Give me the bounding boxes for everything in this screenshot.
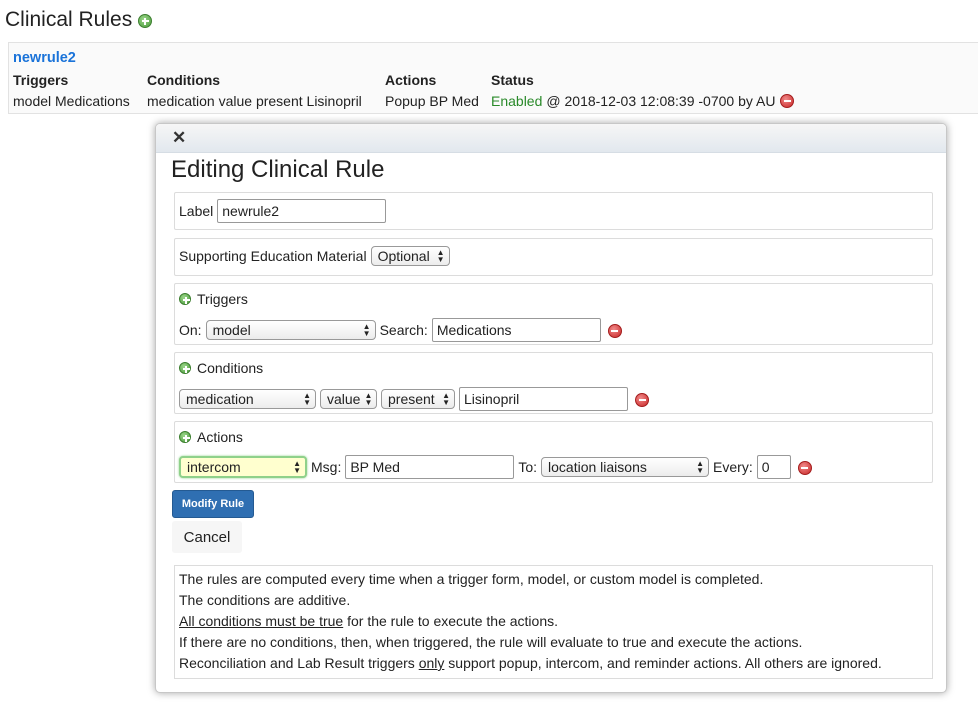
summary-triggers: model Medications <box>13 93 130 109</box>
education-select[interactable]: Optional ▲ ▼ <box>370 246 450 266</box>
help-line-5-underlined: only <box>418 655 445 671</box>
help-line-5-post: support popup, intercom, and reminder ac… <box>444 655 882 671</box>
help-line-4: If there are no conditions, then, when t… <box>179 634 803 650</box>
condition-value-input[interactable] <box>459 387 628 411</box>
add-rule-icon[interactable] <box>138 14 153 28</box>
education-caption: Supporting Education Material <box>179 248 367 264</box>
education-select-value: Optional <box>377 248 430 264</box>
select-arrows-icon: ▲ ▼ <box>442 391 450 407</box>
action-every-input[interactable] <box>756 455 791 479</box>
label-input[interactable] <box>217 199 387 223</box>
help-line-2: The conditions are additive. <box>179 592 351 608</box>
header-actions: Actions <box>385 72 437 88</box>
condition-field-select[interactable]: medication ▲ ▼ <box>179 389 316 409</box>
triggers-heading: Triggers <box>197 291 248 307</box>
trigger-on-caption: On: <box>179 322 202 338</box>
action-to-select[interactable]: location liaisons ▲ ▼ <box>541 457 710 477</box>
help-line-5: Reconciliation and Lab Result triggers o… <box>179 655 882 671</box>
add-action-icon[interactable] <box>179 431 191 443</box>
trigger-on-select[interactable]: model ▲ ▼ <box>205 320 376 340</box>
condition-operator-select[interactable]: present ▲ ▼ <box>381 389 455 409</box>
status-enabled: Enabled <box>491 93 543 109</box>
header-triggers: Triggers <box>13 72 69 88</box>
add-trigger-icon[interactable] <box>179 293 191 305</box>
summary-actions: Popup BP Med <box>385 93 479 109</box>
action-to-caption: To: <box>518 459 538 475</box>
dialog-titlebar: ✕ <box>156 124 946 153</box>
summary-status: Enabled @ 2018-12-03 12:08:39 -0700 by A… <box>491 93 795 109</box>
remove-rule-icon[interactable] <box>780 94 795 108</box>
header-status: Status <box>491 72 534 88</box>
condition-operator-value: present <box>388 391 435 407</box>
page-title-text: Clinical Rules <box>5 8 133 31</box>
action-every-caption: Every: <box>713 459 753 475</box>
remove-action-icon[interactable] <box>797 461 812 475</box>
help-line-3-underlined: All conditions must be true <box>179 613 344 629</box>
select-arrows-icon: ▲ ▼ <box>364 391 373 407</box>
page-title: Clinical Rules <box>5 8 153 32</box>
select-arrows-icon: ▲ ▼ <box>303 391 311 407</box>
summary-conditions: medication value present Lisinopril <box>147 93 362 109</box>
modify-rule-button[interactable]: Modify Rule <box>172 490 254 518</box>
header-conditions: Conditions <box>147 72 221 88</box>
help-text: The rules are computed every time when a… <box>174 565 933 679</box>
label-section: Label <box>174 192 933 230</box>
condition-attribute-select[interactable]: value ▲ ▼ <box>320 389 377 409</box>
actions-heading: Actions <box>197 429 243 445</box>
trigger-search-caption: Search: <box>379 322 428 338</box>
trigger-search-input[interactable] <box>431 318 601 342</box>
education-section: Supporting Education Material Optional ▲… <box>174 238 933 276</box>
help-line-3: All conditions must be true for the rule… <box>179 613 558 629</box>
help-line-3-rest: for the rule to execute the actions. <box>343 613 558 629</box>
trigger-on-value: model <box>212 322 251 338</box>
actions-section: Actions intercom ▲▼ Msg: To: location li… <box>174 421 933 483</box>
action-to-value: location liaisons <box>548 459 647 475</box>
dialog-title: Editing Clinical Rule <box>171 156 385 183</box>
select-arrows-icon: ▲ ▼ <box>436 248 445 264</box>
action-type-value: intercom <box>187 459 241 475</box>
status-detail: @ 2018-12-03 12:08:39 -0700 by AU <box>546 93 776 109</box>
help-line-5-pre: Reconciliation and Lab Result triggers <box>179 655 419 671</box>
conditions-heading: Conditions <box>197 360 264 376</box>
label-caption: Label <box>179 203 214 219</box>
action-msg-input[interactable] <box>345 455 515 479</box>
select-arrows-icon: ▲ ▼ <box>293 459 301 475</box>
condition-attribute-value: value <box>327 391 361 407</box>
remove-trigger-icon[interactable] <box>607 324 622 338</box>
rule-name-link[interactable]: newrule2 <box>13 50 76 66</box>
triggers-section: Triggers On: model ▲ ▼ Search: <box>174 283 933 345</box>
remove-condition-icon[interactable] <box>635 393 649 407</box>
select-arrows-icon: ▲ ▼ <box>362 322 371 338</box>
add-condition-icon[interactable] <box>179 362 191 374</box>
close-icon[interactable]: ✕ <box>172 128 186 148</box>
action-type-select[interactable]: intercom ▲ ▼ <box>179 456 307 478</box>
edit-rule-dialog: ✕ Editing Clinical Rule Label Supporting… <box>155 123 947 693</box>
condition-field-value: medication <box>186 391 254 407</box>
conditions-section: Conditions medication ▲ ▼ value ▲ ▼ presen… <box>174 352 933 414</box>
action-msg-caption: Msg: <box>311 459 342 475</box>
select-arrows-icon: ▲ ▼ <box>696 459 705 475</box>
rule-summary: newrule2 Triggers Conditions Actions Sta… <box>8 42 978 114</box>
help-line-1: The rules are computed every time when a… <box>179 571 764 587</box>
cancel-button[interactable]: Cancel <box>172 521 242 553</box>
